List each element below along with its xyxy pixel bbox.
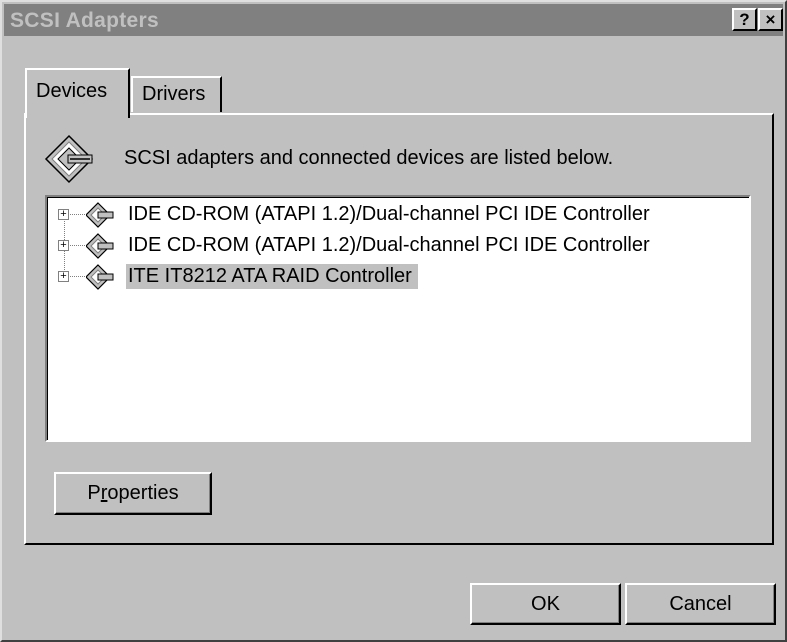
properties-label-post: operties [107, 482, 179, 504]
tree-connector [70, 214, 87, 215]
tab-devices-label: Devices [36, 80, 108, 102]
device-tree[interactable]: + IDE CD-ROM (ATAPI 1.2)/Dual-channel PC… [45, 195, 751, 442]
help-button[interactable]: ? [732, 8, 757, 31]
expand-icon[interactable]: + [58, 209, 69, 220]
scsi-adapter-icon [86, 202, 114, 228]
tree-item[interactable]: + IDE CD-ROM (ATAPI 1.2)/Dual-channel PC… [48, 200, 749, 230]
scsi-adapter-icon [86, 233, 114, 259]
header-description: SCSI adapters and connected devices are … [124, 147, 614, 169]
scsi-adapter-icon [44, 134, 94, 184]
scsi-adapter-icon [86, 264, 114, 290]
device-label[interactable]: IDE CD-ROM (ATAPI 1.2)/Dual-channel PCI … [126, 233, 652, 258]
properties-label-pre: P [87, 482, 101, 504]
tree-connector [70, 276, 87, 277]
tab-drivers-label: Drivers [142, 83, 206, 105]
cancel-button[interactable]: Cancel [625, 583, 776, 625]
device-label-selected[interactable]: ITE IT8212 ATA RAID Controller [126, 264, 418, 289]
expand-icon[interactable]: + [58, 271, 69, 282]
title-bar[interactable]: SCSI Adapters ? × [4, 4, 783, 36]
tree-item[interactable]: + IDE CD-ROM (ATAPI 1.2)/Dual-channel PC… [48, 231, 749, 261]
tab-drivers[interactable]: Drivers [131, 76, 222, 112]
device-label[interactable]: IDE CD-ROM (ATAPI 1.2)/Dual-channel PCI … [126, 202, 652, 227]
window-title: SCSI Adapters [10, 9, 159, 32]
tree-connector [70, 245, 87, 246]
close-button[interactable]: × [758, 8, 783, 31]
close-icon: × [765, 10, 776, 29]
tree-item[interactable]: + ITE IT8212 ATA RAID Controller [48, 262, 749, 292]
tab-devices[interactable]: Devices [25, 68, 130, 118]
properties-button[interactable]: Properties [54, 472, 212, 515]
ok-button[interactable]: OK [470, 583, 621, 625]
expand-icon[interactable]: + [58, 240, 69, 251]
